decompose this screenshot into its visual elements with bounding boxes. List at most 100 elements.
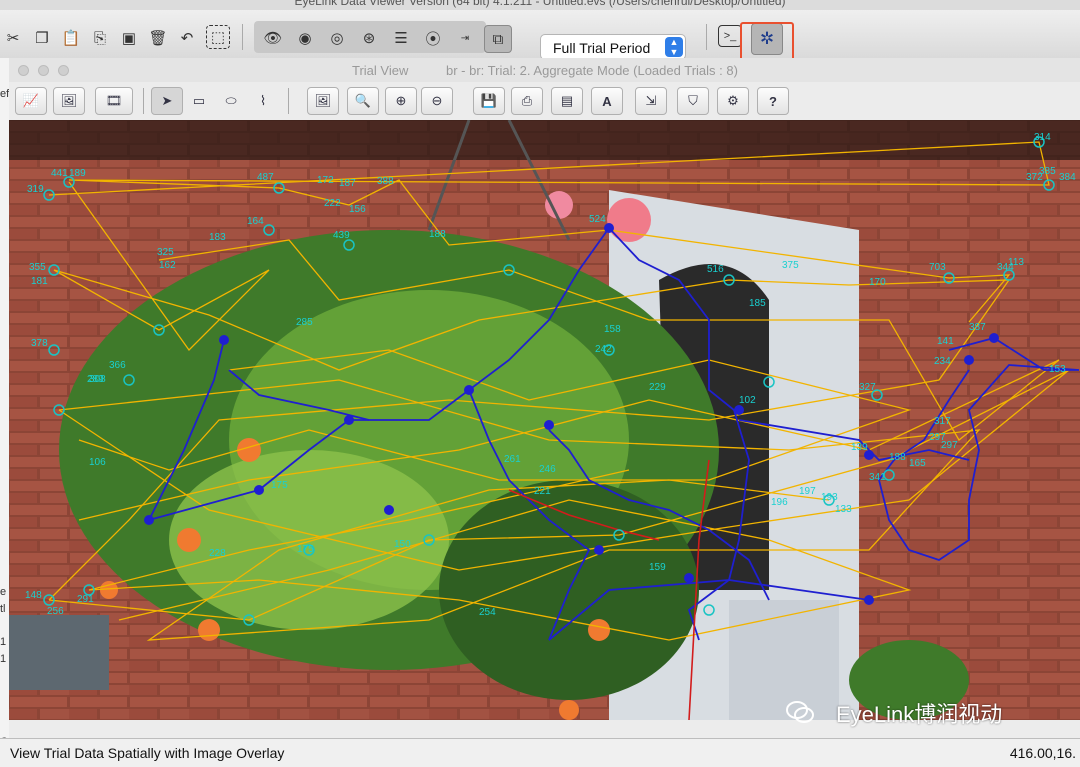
door-panel bbox=[729, 600, 839, 720]
trial-view-window: Trial View br - br: Trial: 2. Aggregate … bbox=[9, 58, 1080, 738]
animation-icon[interactable]: 🎞 bbox=[95, 87, 133, 115]
flower bbox=[177, 528, 201, 552]
fixation-label: 254 bbox=[479, 607, 496, 618]
status-message: View Trial Data Spatially with Image Ove… bbox=[10, 745, 285, 761]
fixation-label: 319 bbox=[27, 184, 44, 195]
fixation-label: 183 bbox=[209, 232, 226, 243]
trial-window-subtitle: br - br: Trial: 2. Aggregate Mode (Loade… bbox=[446, 63, 738, 78]
fixation-point bbox=[989, 333, 999, 343]
fixation-label: 153 bbox=[1049, 364, 1066, 375]
save-as-icon[interactable]: ▤ bbox=[551, 87, 583, 115]
toolbar-divider bbox=[706, 24, 707, 50]
zoom-icon[interactable]: 🔍 bbox=[347, 87, 379, 115]
help-icon[interactable]: ? bbox=[757, 87, 789, 115]
chevron-updown-icon: ▲ ▼ bbox=[665, 37, 683, 57]
delete-icon[interactable]: 🗑 bbox=[145, 25, 171, 51]
zoom-out-icon[interactable]: ⊖ bbox=[421, 87, 453, 115]
fixation-label: 164 bbox=[247, 216, 264, 227]
fixation-label: 366 bbox=[109, 360, 126, 371]
fixation-label: 193 bbox=[821, 492, 838, 503]
zoom-window-button[interactable] bbox=[58, 65, 69, 76]
eye-fixation-icon[interactable]: 👁 bbox=[260, 25, 286, 51]
temporal-graph-icon[interactable]: 📈 bbox=[15, 87, 47, 115]
eye-blink-icon[interactable]: ◎ bbox=[324, 25, 350, 51]
toolbar-divider bbox=[242, 24, 243, 50]
image-icon[interactable]: 🖼 bbox=[307, 87, 339, 115]
fixation-label: 384 bbox=[1059, 172, 1076, 183]
fixation-label: 375 bbox=[782, 260, 799, 271]
fixation-label: 175 bbox=[271, 480, 288, 491]
mailbox bbox=[9, 615, 109, 690]
spatial-overlay-icon[interactable]: ⧉ bbox=[484, 25, 512, 53]
fixation-point bbox=[864, 595, 874, 605]
ellipse-tool-icon[interactable]: ⬭ bbox=[215, 87, 247, 115]
paste-icon[interactable]: 📋 bbox=[58, 25, 84, 51]
fixation-label: 378 bbox=[31, 338, 48, 349]
toolbar-divider bbox=[288, 88, 289, 114]
export-icon[interactable]: ⇲ bbox=[635, 87, 667, 115]
console-icon[interactable]: >_ bbox=[718, 25, 742, 47]
fixation-label: 297 bbox=[929, 432, 946, 443]
undo-icon[interactable]: ↶ bbox=[174, 25, 200, 51]
fixation-label: 703 bbox=[929, 262, 946, 273]
fixation-label: 133 bbox=[835, 504, 852, 515]
trial-window-titlebar: Trial View br - br: Trial: 2. Aggregate … bbox=[9, 58, 1080, 82]
fixation-point bbox=[964, 355, 974, 365]
fixation-label: 158 bbox=[604, 324, 621, 335]
fixation-label: 102 bbox=[739, 395, 756, 406]
left-panel-item[interactable]: 1 bbox=[0, 636, 6, 648]
save-all-icon[interactable]: ⎙ bbox=[511, 87, 543, 115]
left-panel-item[interactable]: e bbox=[0, 586, 6, 598]
spatial-overlay-icon[interactable]: 🖼 bbox=[53, 87, 85, 115]
fixation-label: 196 bbox=[771, 497, 788, 508]
shield-icon[interactable]: ⛉ bbox=[677, 87, 709, 115]
scissors-icon[interactable]: ✂ bbox=[0, 25, 26, 51]
period-select[interactable]: Full Trial Period ▲ ▼ bbox=[540, 34, 686, 60]
text-icon[interactable]: A bbox=[591, 87, 623, 115]
pointer-tool-icon[interactable]: ➤ bbox=[151, 87, 183, 115]
rectangle-tool-icon[interactable]: ▭ bbox=[183, 87, 215, 115]
target-icon[interactable]: ⦿ bbox=[420, 25, 446, 51]
eye-saccade-icon[interactable]: ◉ bbox=[292, 25, 318, 51]
fixation-label: 170 bbox=[869, 277, 886, 288]
fixation-label: 487 bbox=[257, 172, 274, 183]
fixation-label: 388 bbox=[377, 176, 394, 187]
fixation-label: 261 bbox=[504, 454, 521, 465]
export-icon[interactable]: ▣ bbox=[116, 25, 142, 51]
freehand-tool-icon[interactable]: ⌇ bbox=[247, 87, 279, 115]
fixation-point bbox=[734, 405, 744, 415]
fixation-label: 289 bbox=[87, 374, 104, 385]
paste-special-icon[interactable]: ⎘ bbox=[87, 25, 113, 51]
image-overlay-canvas[interactable]: 441 189 319 487 172 187 388 222 156 164 … bbox=[9, 120, 1080, 720]
main-toolbar: ✂ ❐ 📋 ⎘ ▣ 🗑 ↶ ⬚ 👁 ◉ ◎ ⊛ ☰ ⦿ ⇥ ⧉ Full Tri… bbox=[0, 10, 1080, 66]
left-panel-item[interactable]: ef bbox=[0, 88, 9, 100]
select-all-icon[interactable]: ⬚ bbox=[206, 25, 230, 49]
fixation-point bbox=[384, 505, 394, 515]
close-window-button[interactable] bbox=[18, 65, 29, 76]
fixation-label: 327 bbox=[859, 382, 876, 393]
toolbar-divider bbox=[143, 88, 144, 114]
fixation-label: 314 bbox=[1034, 132, 1051, 143]
report-icon[interactable]: ☰ bbox=[388, 25, 414, 51]
eye-sample-icon[interactable]: ⊛ bbox=[356, 25, 382, 51]
left-panel-item[interactable]: tl bbox=[0, 603, 6, 615]
left-panel-item[interactable]: 1 bbox=[0, 653, 6, 665]
save-icon[interactable]: 💾 bbox=[473, 87, 505, 115]
trial-window-title: Trial View bbox=[352, 63, 409, 78]
fixation-label: 229 bbox=[649, 382, 666, 393]
fixation-label: 246 bbox=[539, 464, 556, 475]
fixation-label: 355 bbox=[29, 262, 46, 273]
fixation-label: 175 bbox=[297, 544, 314, 555]
fixation-label: 221 bbox=[534, 486, 551, 497]
settings-icon[interactable]: ⚙ bbox=[717, 87, 749, 115]
minimize-window-button[interactable] bbox=[38, 65, 49, 76]
flower bbox=[588, 619, 610, 641]
fixation-label: 156 bbox=[349, 204, 366, 215]
fixation-label: 185 bbox=[749, 298, 766, 309]
import-icon[interactable]: ⇥ bbox=[452, 25, 478, 51]
copy-icon[interactable]: ❐ bbox=[29, 25, 55, 51]
fixation-label: 181 bbox=[31, 276, 48, 287]
fixation-label: 516 bbox=[707, 264, 724, 275]
zoom-in-icon[interactable]: ⊕ bbox=[385, 87, 417, 115]
cursor-coordinates: 416.00,16. bbox=[1009, 745, 1076, 761]
